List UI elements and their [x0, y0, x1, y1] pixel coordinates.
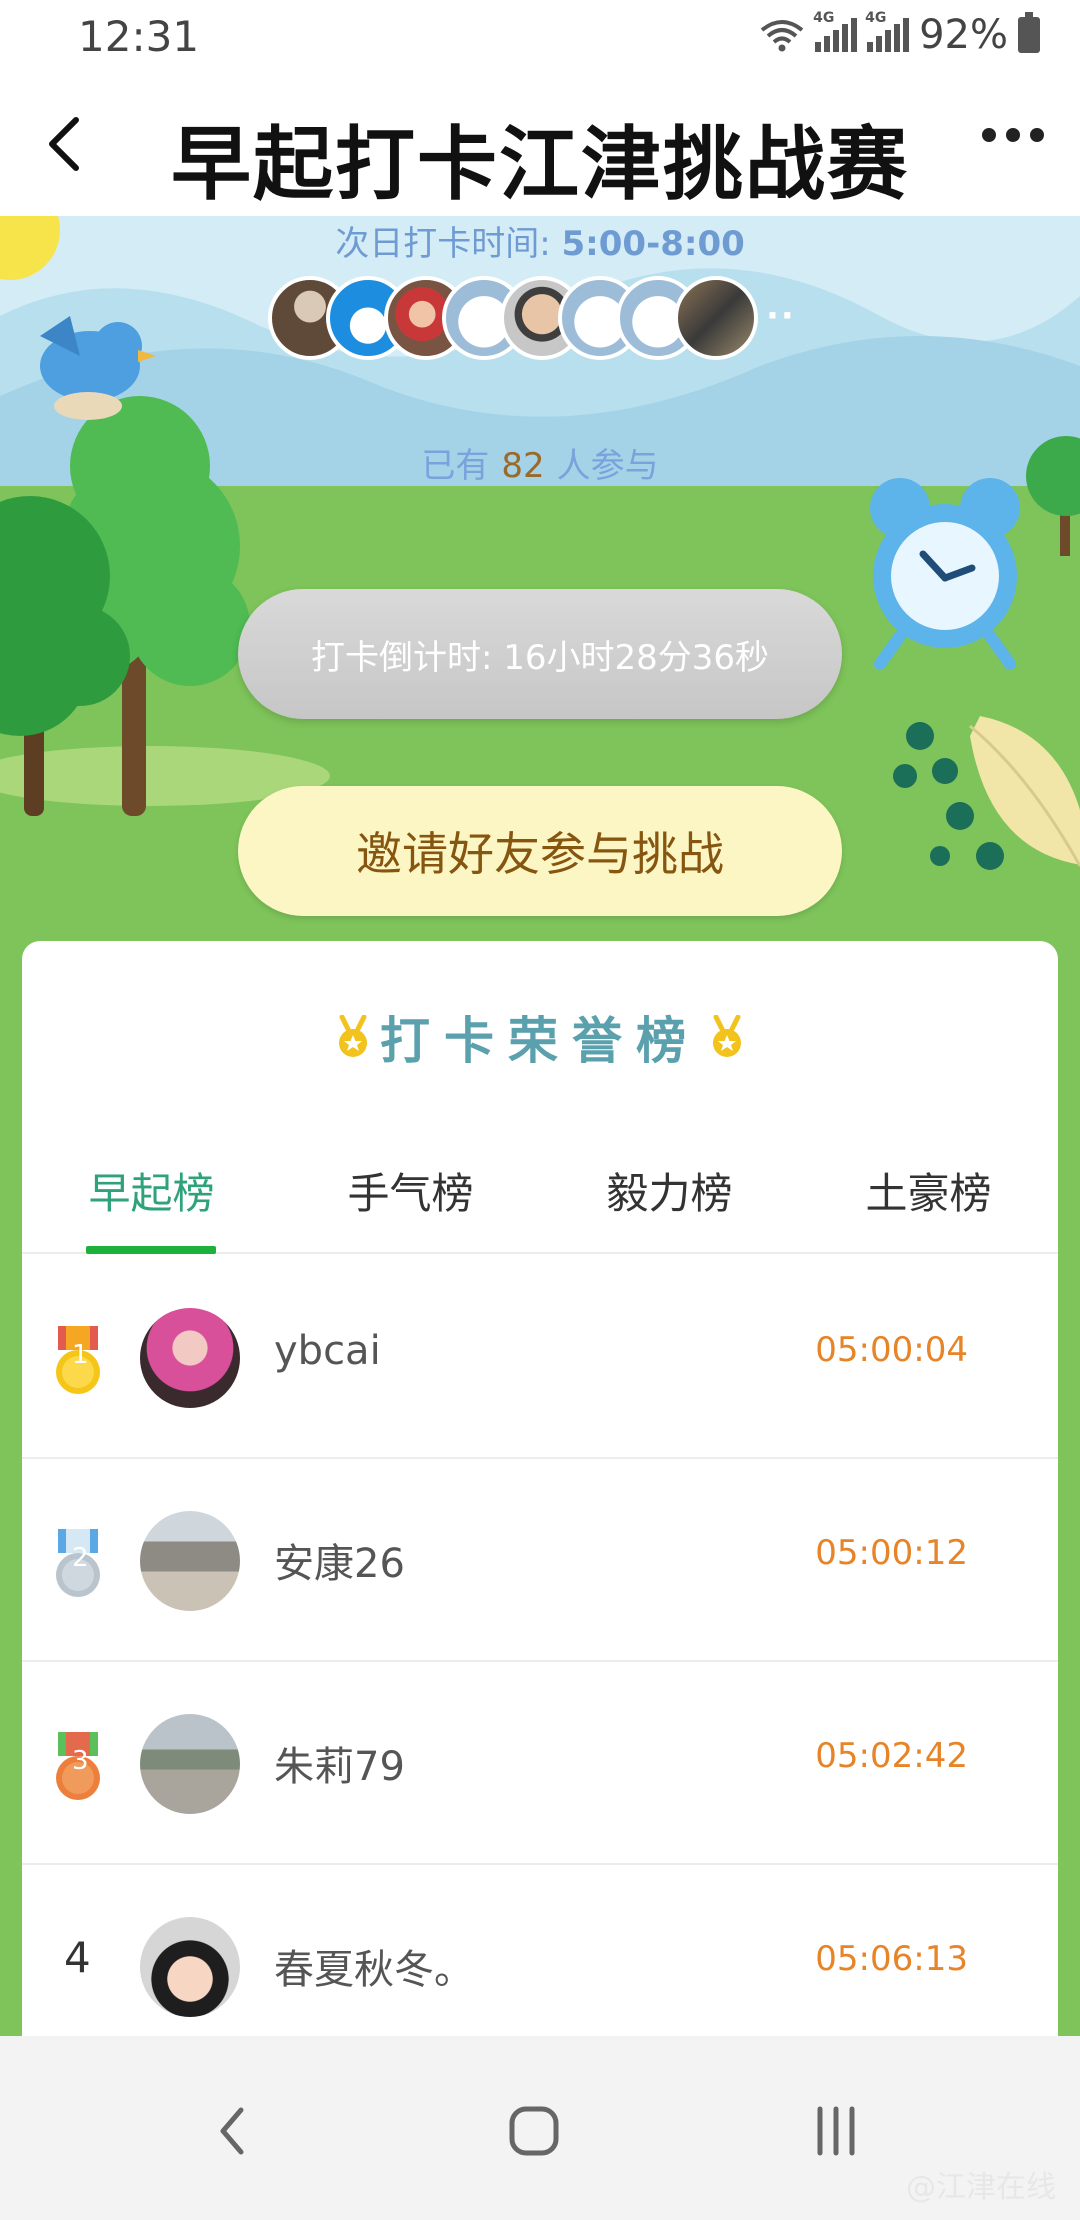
- participants-prefix: 已有: [421, 446, 490, 486]
- rank-number: 3: [72, 1746, 89, 1776]
- battery-icon: [1018, 12, 1040, 53]
- user-name: 朱莉79: [274, 1744, 405, 1790]
- nav-recents-button[interactable]: [776, 2086, 896, 2176]
- table-row[interactable]: 3 朱莉79 05:02:42: [22, 1662, 1058, 1865]
- leaderboard-card: 打卡荣誉榜 早起榜 手气榜 毅力榜 土豪榜 1 ybcai 05:00:04 2…: [22, 941, 1058, 2220]
- participant-avatars[interactable]: [268, 276, 758, 360]
- user-name: 春夏秋冬。: [274, 1947, 474, 1993]
- participants-number: 82: [501, 446, 545, 486]
- page-title: 早起打卡江津挑战赛: [171, 118, 909, 211]
- checkin-time: 05:00:04: [815, 1330, 968, 1370]
- more-options-button[interactable]: [982, 128, 1044, 142]
- network-type-label: 4G: [813, 10, 835, 26]
- avatar: [140, 1308, 240, 1408]
- leaderboard-title: 打卡荣誉榜: [22, 1001, 1058, 1073]
- status-icons: 4G 4G 92%: [759, 10, 1040, 58]
- tab-luck[interactable]: 手气榜: [281, 1146, 540, 1252]
- leaderboard-tabs: 早起榜 手气榜 毅力榜 土豪榜: [22, 1146, 1058, 1254]
- status-time: 12:31: [78, 12, 200, 61]
- home-square-icon: [509, 2106, 559, 2156]
- checkin-time: 05:02:42: [815, 1736, 968, 1776]
- next-checkin-value: 5:00-8:00: [561, 224, 745, 264]
- table-row[interactable]: 2 安康26 05:00:12: [22, 1459, 1058, 1662]
- avatar: [140, 1917, 240, 2017]
- leaderboard-title-text: 打卡荣誉榜: [380, 1012, 700, 1070]
- status-bar: 12:31 4G 4G 92%: [0, 0, 1080, 72]
- tab-early-rise[interactable]: 早起榜: [22, 1146, 281, 1254]
- system-nav-bar: @江津在线: [0, 2036, 1080, 2220]
- nav-home-button[interactable]: [474, 2086, 594, 2176]
- more-avatars-indicator[interactable]: ··: [766, 296, 796, 336]
- dot-icon: [1006, 128, 1020, 142]
- dot-icon: [982, 128, 996, 142]
- tab-perseverance[interactable]: 毅力榜: [540, 1146, 799, 1252]
- user-name: 安康26: [274, 1541, 405, 1587]
- chevron-left-icon: [220, 2107, 244, 2155]
- medal-icon: [713, 1015, 741, 1057]
- avatar: [140, 1511, 240, 1611]
- tab-wealth[interactable]: 土豪榜: [799, 1146, 1058, 1252]
- countdown-pill: 打卡倒计时: 16小时28分36秒: [238, 589, 842, 719]
- rank-number: 2: [72, 1543, 89, 1573]
- medal-icon: [339, 1015, 367, 1057]
- network-type-label: 4G: [865, 10, 887, 26]
- avatar: [674, 276, 758, 360]
- participants-count: 已有 82 人参与: [0, 438, 1080, 487]
- nav-back-button[interactable]: [172, 2086, 292, 2176]
- rank-number: 4: [64, 1933, 91, 1982]
- participants-suffix: 人参与: [556, 446, 659, 486]
- dot-icon: [1030, 128, 1044, 142]
- avatar: [140, 1714, 240, 1814]
- invite-friends-button[interactable]: 邀请好友参与挑战: [238, 786, 842, 916]
- checkin-time: 05:00:12: [815, 1533, 968, 1573]
- table-row[interactable]: 1 ybcai 05:00:04: [22, 1256, 1058, 1459]
- next-checkin-label: 次日打卡时间:: [335, 224, 551, 264]
- rank-number: 1: [72, 1340, 89, 1370]
- checkin-time: 05:06:13: [815, 1939, 968, 1979]
- title-bar: 早起打卡江津挑战赛: [0, 72, 1080, 216]
- watermark: @江津在线: [906, 2170, 1056, 2205]
- wifi-icon: [760, 20, 804, 52]
- battery-level: 92%: [919, 12, 1008, 58]
- next-checkin-time: 次日打卡时间: 5:00-8:00: [0, 216, 1080, 265]
- user-name: ybcai: [274, 1328, 381, 1374]
- cell-signal-icon: 4G: [865, 10, 910, 52]
- recent-apps-icon: [817, 2106, 855, 2156]
- cell-signal-icon: 4G: [813, 10, 858, 52]
